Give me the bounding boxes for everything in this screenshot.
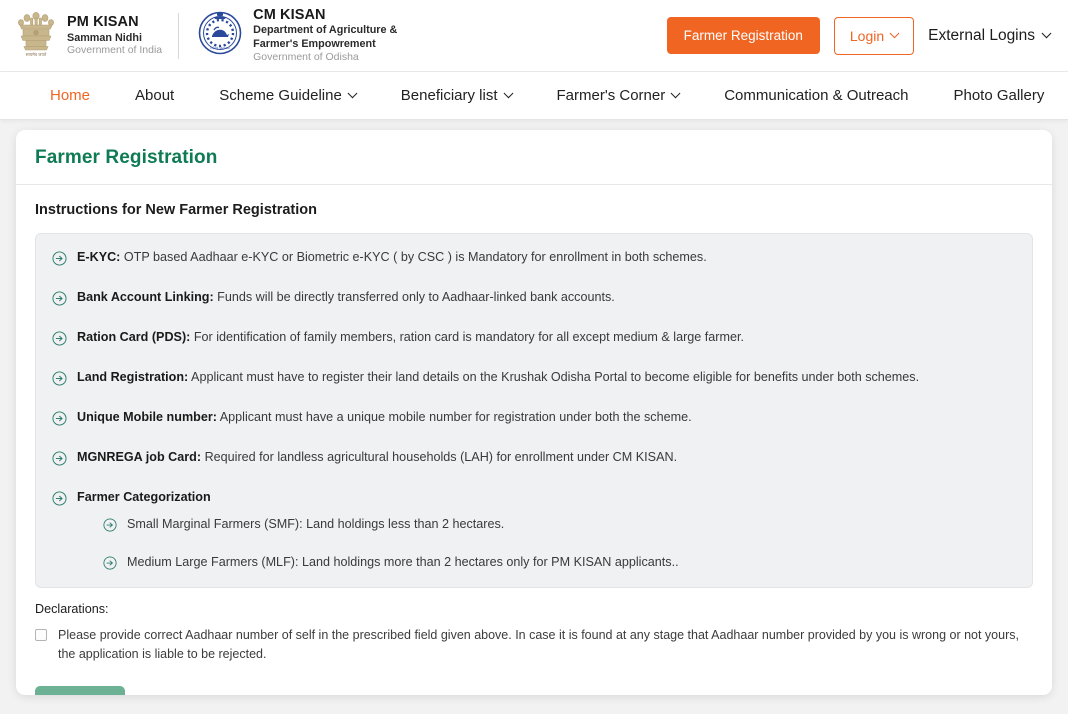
brand-cm-kisan-text: CM KISAN Department of Agriculture & Far…: [253, 7, 397, 64]
declarations-label: Declarations:: [35, 602, 109, 616]
list-item: E-KYC: OTP based Aadhaar e-KYC or Biomet…: [52, 249, 1016, 266]
brand-cm-kisan-title: CM KISAN: [253, 7, 326, 24]
circle-arrow-right-icon: [52, 491, 67, 506]
instruction-text: Bank Account Linking: Funds will be dire…: [77, 289, 615, 306]
list-item-farmer-categorization: Farmer Categorization Small Marginal Far…: [52, 489, 1016, 571]
circle-arrow-right-icon: [52, 251, 67, 266]
brand-pm-kisan-gov: Government of India: [67, 43, 163, 56]
instruction-body: Funds will be directly transferred only …: [213, 290, 615, 304]
main-navigation: Home About Scheme Guideline Beneficiary …: [0, 72, 1068, 120]
nav-item-about[interactable]: About: [135, 87, 174, 104]
farmer-registration-button[interactable]: Farmer Registration: [666, 17, 820, 54]
page-title: Farmer Registration: [35, 147, 218, 168]
ashoka-lion-capital-emblem: सत्यमेव जयते: [14, 5, 58, 66]
brand-cm-kisan-gov: Government of Odisha: [253, 51, 359, 64]
site-header: सत्यमेव जयते PM KISAN Samman Nidhi Gover…: [0, 0, 1068, 72]
instruction-text: MGNREGA job Card: Required for landless …: [77, 449, 677, 466]
header-actions: Farmer Registration Login External Login…: [666, 16, 1052, 55]
login-dropdown-button[interactable]: Login: [833, 16, 915, 55]
instruction-text: Farmer Categorization: [77, 489, 1016, 506]
declaration-row: Please provide correct Aadhaar number of…: [35, 626, 1033, 664]
circle-arrow-right-icon: [103, 556, 118, 571]
instruction-body: Applicant must have a unique mobile numb…: [216, 410, 692, 424]
chevron-down-icon: [1041, 28, 1052, 39]
instruction-bold: MGNREGA job Card:: [77, 450, 202, 464]
instruction-text: Land Registration: Applicant must have t…: [77, 369, 919, 386]
brand-pm-kisan-sub: Samman Nidhi: [67, 31, 142, 44]
external-logins-label: External Logins: [928, 26, 1035, 44]
nav-label: Farmer's Corner: [556, 87, 666, 104]
list-item: MGNREGA job Card: Required for landless …: [52, 449, 1016, 466]
brand-pm-kisan-title: PM KISAN: [67, 14, 139, 31]
svg-text:सत्यमेव जयते: सत्यमेव जयते: [26, 52, 47, 57]
card-header: Farmer Registration: [16, 130, 1052, 185]
nav-label: About: [135, 87, 175, 104]
nav-item-home[interactable]: Home: [50, 87, 90, 104]
instruction-body: For identification of family members, ra…: [190, 330, 744, 344]
odisha-state-seal-emblem: ଓଡ଼ିଶା ସରକାର: [196, 8, 244, 63]
chevron-down-icon: [670, 88, 681, 99]
brand-divider: [178, 12, 180, 59]
instruction-bold: Ration Card (PDS):: [77, 330, 191, 344]
instruction-bold: Farmer Categorization: [77, 490, 211, 504]
instructions-heading: Instructions for New Farmer Registration: [35, 202, 317, 218]
nav-item-beneficiary-list[interactable]: Beneficiary list: [400, 87, 513, 104]
svg-text:ଓଡ଼ିଶା ସରକାର: ଓଡ଼ିଶା ସରକାର: [210, 46, 230, 50]
instruction-text: E-KYC: OTP based Aadhaar e-KYC or Biomet…: [77, 249, 707, 266]
instruction-body: OTP based Aadhaar e-KYC or Biometric e-K…: [120, 250, 707, 264]
farmer-categorization-sublist: Small Marginal Farmers (SMF): Land holdi…: [77, 516, 1016, 571]
declaration-text: Please provide correct Aadhaar number of…: [58, 628, 1019, 661]
proceed-button[interactable]: Proceed: [35, 685, 126, 695]
list-item: Land Registration: Applicant must have t…: [52, 369, 1016, 386]
list-item: Ration Card (PDS): For identification of…: [52, 329, 1016, 346]
circle-arrow-right-icon: [52, 331, 67, 346]
nav-label: Communication & Outreach: [724, 87, 909, 104]
list-item: Bank Account Linking: Funds will be dire…: [52, 289, 1016, 306]
chevron-down-icon: [503, 88, 513, 99]
circle-arrow-right-icon: [103, 518, 118, 533]
instruction-bold: Unique Mobile number:: [77, 410, 217, 424]
brand-cm-kisan-dept-line1: Department of Agriculture &: [253, 24, 398, 37]
list-item: Small Marginal Farmers (SMF): Land holdi…: [77, 516, 1016, 533]
circle-arrow-right-icon: [52, 411, 67, 426]
nav-label: Home: [50, 87, 91, 104]
brand-cm-kisan-dept-line2: Farmer's Empowrement: [253, 38, 376, 51]
card-body: Instructions for New Farmer Registration…: [16, 185, 1052, 695]
instruction-body: Applicant must have to register their la…: [188, 370, 920, 384]
nav-item-scheme-guideline[interactable]: Scheme Guideline: [219, 87, 358, 104]
sub-instruction-text: Small Marginal Farmers (SMF): Land holdi…: [127, 517, 505, 531]
chevron-down-icon: [347, 88, 358, 99]
chevron-down-icon: [889, 28, 900, 39]
nav-label: Beneficiary list: [400, 87, 498, 104]
instructions-panel: E-KYC: OTP based Aadhaar e-KYC or Biomet…: [35, 233, 1033, 588]
sub-instruction-text: Medium Large Farmers (MLF): Land holding…: [127, 555, 679, 569]
nav-item-photo-gallery[interactable]: Photo Gallery: [953, 87, 1044, 104]
instruction-bold: E-KYC:: [77, 250, 121, 264]
instruction-body: Required for landless agricultural house…: [201, 450, 678, 464]
brand-pm-kisan-text: PM KISAN Samman Nidhi Government of Indi…: [67, 14, 162, 56]
brand-cm-kisan[interactable]: ଓଡ଼ିଶା ସରକାର CM KISAN Department of Agri…: [196, 7, 397, 64]
instruction-text: Unique Mobile number: Applicant must hav…: [77, 409, 692, 426]
circle-arrow-right-icon: [52, 291, 67, 306]
nav-item-communication-outreach[interactable]: Communication & Outreach: [724, 87, 908, 104]
instruction-bold: Bank Account Linking:: [77, 290, 214, 304]
login-label: Login: [849, 27, 885, 44]
list-item: Unique Mobile number: Applicant must hav…: [52, 409, 1016, 426]
brand-group: सत्यमेव जयते PM KISAN Samman Nidhi Gover…: [14, 5, 397, 66]
external-logins-dropdown[interactable]: External Logins: [928, 26, 1052, 45]
brand-pm-kisan[interactable]: सत्यमेव जयते PM KISAN Samman Nidhi Gover…: [14, 5, 162, 66]
declaration-checkbox[interactable]: [35, 629, 47, 641]
list-item: Medium Large Farmers (MLF): Land holding…: [77, 554, 1016, 571]
farmer-registration-card: Farmer Registration Instructions for New…: [16, 130, 1052, 695]
instruction-bold: Land Registration:: [77, 370, 189, 384]
instruction-text: Ration Card (PDS): For identification of…: [77, 329, 744, 346]
nav-label: Scheme Guideline: [219, 87, 342, 104]
circle-arrow-right-icon: [52, 451, 67, 466]
nav-label: Photo Gallery: [953, 87, 1045, 104]
page-content: Farmer Registration Instructions for New…: [0, 120, 1068, 695]
circle-arrow-right-icon: [52, 371, 67, 386]
nav-item-farmers-corner[interactable]: Farmer's Corner: [556, 87, 681, 104]
